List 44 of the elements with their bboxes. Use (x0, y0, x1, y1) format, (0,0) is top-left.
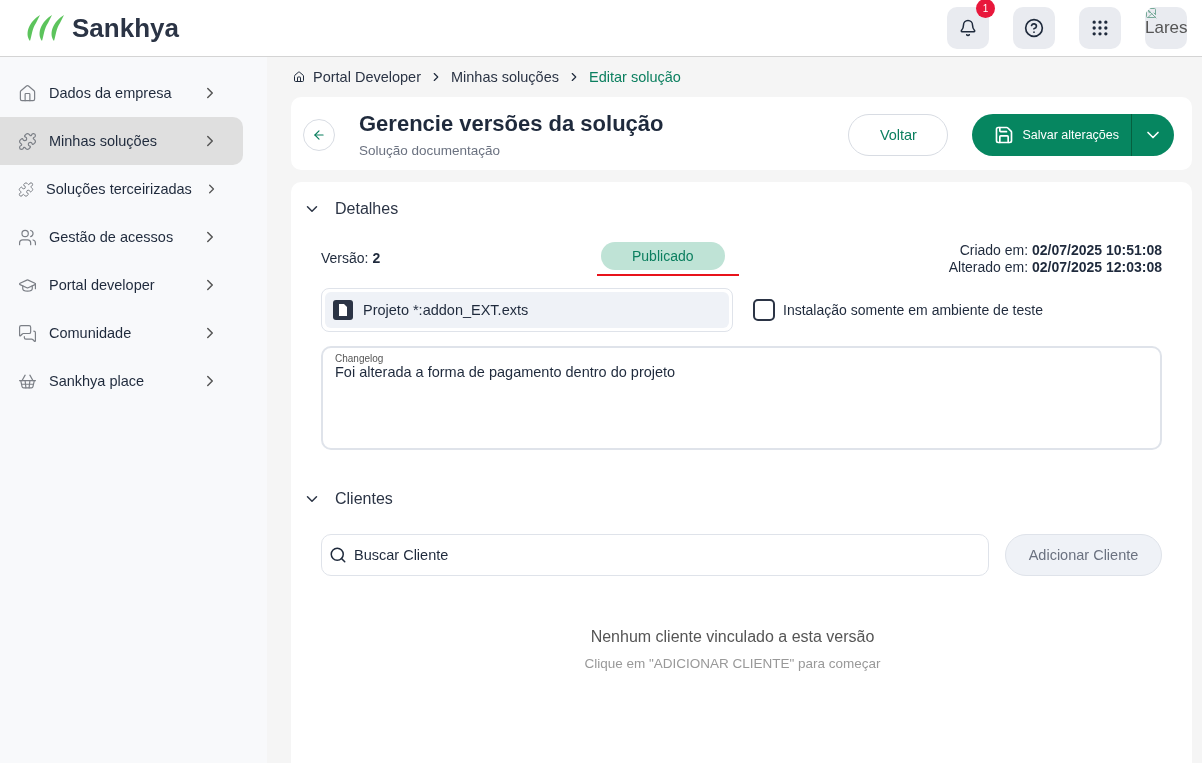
sidebar-item[interactable]: Gestão de acessos (0, 213, 243, 261)
changed-date-text: Alterado em: 02/07/2025 12:03:08 (948, 259, 1162, 276)
save-icon (994, 124, 1015, 145)
empty-state-title: Nenhum cliente vinculado a esta versão (589, 628, 876, 646)
apps-grid-button[interactable] (1079, 7, 1121, 49)
file-icon (333, 300, 353, 320)
users-icon (18, 227, 37, 247)
back-button[interactable]: Voltar (848, 113, 949, 156)
search-icon (329, 546, 347, 564)
sidebar-item[interactable]: Comunidade (0, 309, 243, 357)
file-field[interactable]: Projeto *:addon_EXT.exts (321, 288, 733, 332)
brand-name: Sankhya (72, 12, 179, 44)
version-text: Versão: 2 (321, 250, 382, 266)
puzzle-icon (18, 179, 34, 199)
sidebar-item[interactable]: Sankhya place (0, 357, 243, 405)
changelog-field[interactable]: Changelog Foi alterada a forma de pagamento dentro do projeto (321, 346, 1162, 450)
checkbox-label: Instalação somente em ambiente de teste (783, 302, 1043, 318)
chat-bubbles-icon (18, 323, 37, 343)
avatar-broken-image[interactable]: Lares (1145, 7, 1187, 49)
bell-icon (959, 19, 977, 37)
status-badge: Publicado (601, 242, 725, 270)
sidebar-item[interactable]: Minhas soluções (0, 117, 243, 165)
help-button[interactable] (1013, 7, 1055, 49)
empty-state-hint: Clique em "ADICIONAR CLIENTE" para começar (583, 656, 882, 671)
notification-count: 1 (976, 0, 995, 18)
details-section-toggle[interactable]: Detalhes (303, 200, 399, 218)
puzzle-icon (18, 131, 37, 151)
sidebar-item[interactable]: Portal developer (0, 261, 243, 309)
clients-section-toggle[interactable]: Clientes (303, 490, 393, 508)
sidebar-item[interactable]: Dados da empresa (0, 69, 243, 117)
breadcrumb-link[interactable]: Editar solução (589, 69, 681, 85)
checkbox[interactable] (753, 299, 775, 321)
help-icon (1024, 18, 1044, 38)
page-title: Gerencie versões da solução (359, 111, 665, 137)
dots-grid-icon (1090, 18, 1110, 38)
breadcrumb-link[interactable]: Minhas soluções (451, 69, 559, 85)
breadcrumb-link[interactable]: Portal Developer (313, 69, 421, 85)
home-icon (293, 71, 305, 83)
save-button[interactable]: Salvar alterações (972, 113, 1132, 156)
created-date-text: Criado em: 02/07/2025 10:51:08 (959, 242, 1162, 259)
house-icon (18, 83, 37, 103)
page-subtitle: Solução documentação (359, 143, 502, 158)
sidebar-item[interactable]: Soluções terceirizadas (0, 165, 243, 213)
search-field[interactable]: Buscar Cliente (321, 534, 989, 576)
